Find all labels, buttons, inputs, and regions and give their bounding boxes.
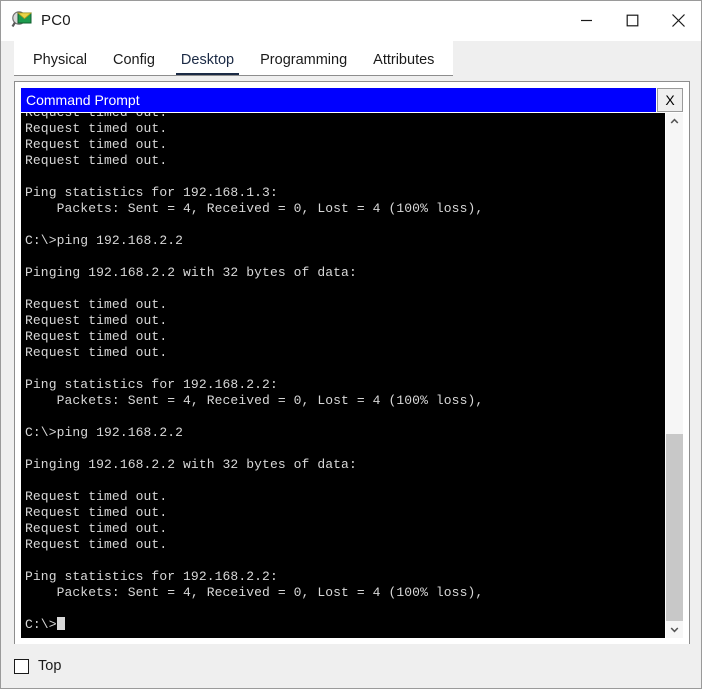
console-prompt-line: C:\> [25,617,665,633]
console-line: Request timed out. [25,113,665,121]
command-prompt-titlebar-fill[interactable]: Command Prompt [21,88,656,112]
bottom-bar: Top [1,644,701,688]
console-line: Request timed out. [25,313,168,328]
tab-desktop[interactable]: Desktop [168,51,247,76]
close-icon[interactable] [655,2,701,40]
console-line: Ping statistics for 192.168.2.2: [25,569,278,584]
console-line: Pinging 192.168.2.2 with 32 bytes of dat… [25,457,357,472]
console-line: Request timed out. [25,121,168,136]
console-line: Packets: Sent = 4, Received = 0, Lost = … [25,201,484,216]
tab-programming[interactable]: Programming [247,51,360,76]
maximize-icon[interactable] [609,2,655,40]
scrollbar-track[interactable] [666,130,683,621]
console-line: C:\>ping 192.168.2.2 [25,425,184,440]
console-cursor [56,617,65,630]
tabstrip-container: Physical Config Desktop Programming Attr… [1,41,701,77]
tabstrip: Physical Config Desktop Programming Attr… [14,41,454,76]
tab-config[interactable]: Config [100,51,168,76]
console-line: Request timed out. [25,345,168,360]
console-output[interactable]: Request timed out. Request timed out. Requ… [21,113,665,638]
command-prompt-body: Request timed out. Request timed out. Requ… [21,112,683,638]
pc0-window: PC0 Physical Config Desktop Programming … [0,0,702,689]
minimize-icon[interactable] [563,2,609,40]
tab-attributes[interactable]: Attributes [360,51,447,76]
top-checkbox[interactable] [14,658,29,674]
console-line: Request timed out. [25,505,168,520]
console-line: Pinging 192.168.2.2 with 32 bytes of dat… [25,265,357,280]
tab-physical[interactable]: Physical [20,51,100,76]
top-checkbox-label: Top [38,658,62,674]
scrollbar-thumb[interactable] [666,434,683,621]
chevron-down-icon [670,627,679,633]
console-line: Request timed out. [25,153,168,168]
console-scrollbar[interactable] [665,113,683,638]
packet-tracer-device-icon [11,10,33,32]
chevron-up-icon [670,118,679,124]
console-line: Request timed out. [25,137,168,152]
console-line: C:\>ping 192.168.2.2 [25,233,184,248]
command-prompt-title: Command Prompt [26,92,140,108]
console-lines: Request timed out. Request timed out. Requ… [25,113,665,633]
console-line: Request timed out. [25,521,168,536]
scroll-down-arrow[interactable] [666,621,683,638]
console-line: Request timed out. [25,537,168,552]
console-line: Request timed out. [25,297,168,312]
window-title: PC0 [41,12,71,29]
console-line: Request timed out. [25,329,168,344]
command-prompt-titlebar: Command Prompt X [21,88,683,112]
window-titlebar: PC0 [1,1,701,41]
scroll-up-arrow[interactable] [666,113,683,130]
desktop-panel: Command Prompt X Request timed out. Reque… [14,81,690,645]
console-line: Packets: Sent = 4, Received = 0, Lost = … [25,393,484,408]
console-line: Request timed out. [25,489,168,504]
console-line: Ping statistics for 192.168.2.2: [25,377,278,392]
tabstrip-divider [14,75,454,76]
console-line: Ping statistics for 192.168.1.3: [25,185,278,200]
console-prompt-text: C:\> [25,617,57,632]
command-prompt-close-button[interactable]: X [657,88,683,112]
console-line: Packets: Sent = 4, Received = 0, Lost = … [25,585,484,600]
